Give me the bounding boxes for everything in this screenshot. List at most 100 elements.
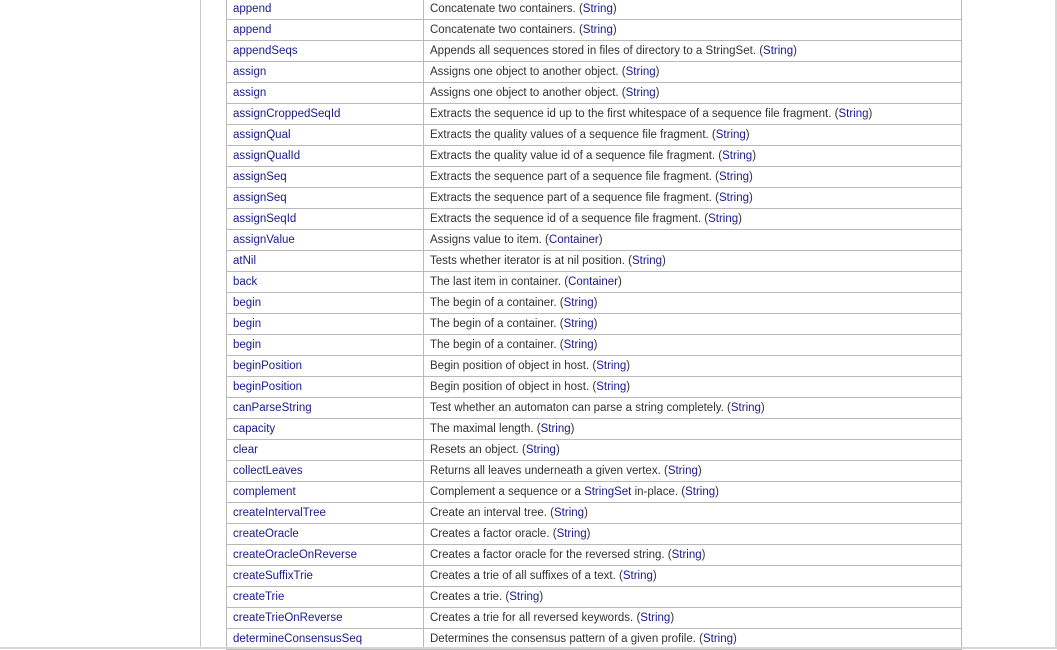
function-name-link[interactable]: atNil <box>233 255 256 267</box>
description-text: Extracts the sequence part of a sequence… <box>430 171 712 183</box>
function-name-link[interactable]: capacity <box>233 423 275 435</box>
description-text: Begin position of object in host. <box>430 360 590 372</box>
table-row: assign Assigns one object to another obje… <box>226 61 962 83</box>
table-row: begin The begin of a container. (String) <box>226 292 962 314</box>
function-name-link[interactable]: assign <box>233 66 266 78</box>
category-link[interactable]: String <box>554 507 584 519</box>
function-description-cell: Concatenate two containers. (String) <box>423 19 962 41</box>
function-name-link[interactable]: createOracle <box>233 528 299 540</box>
category-link[interactable]: String <box>640 612 670 624</box>
function-name-cell: back <box>226 271 424 293</box>
function-name-cell: append <box>226 0 424 20</box>
description-text: Assigns value to item. <box>430 234 542 246</box>
description-type-link[interactable]: StringSet <box>584 486 631 498</box>
category-link[interactable]: String <box>596 360 626 372</box>
category-link[interactable]: String <box>716 129 746 141</box>
function-name-link[interactable]: determineConsensusSeq <box>233 633 362 645</box>
table-row: atNil Tests whether iterator is at nil po… <box>226 250 962 272</box>
table-row: assignSeq Extracts the sequence part of a… <box>226 187 962 209</box>
category-link[interactable]: String <box>708 213 738 225</box>
category-link[interactable]: String <box>509 591 539 603</box>
function-name-cell: assignSeqId <box>226 208 424 230</box>
category-link[interactable]: String <box>583 3 613 15</box>
category-link[interactable]: Container <box>549 234 599 246</box>
category-link[interactable]: String <box>719 192 749 204</box>
function-name-link[interactable]: complement <box>233 486 296 498</box>
category-link[interactable]: String <box>623 570 653 582</box>
function-description-cell: Assigns value to item. (Container) <box>423 229 962 251</box>
category-link[interactable]: String <box>838 108 868 120</box>
category-link[interactable]: String <box>526 444 556 456</box>
function-name-link[interactable]: begin <box>233 339 261 351</box>
function-name-cell: canParseString <box>226 397 424 419</box>
category-link[interactable]: String <box>719 171 749 183</box>
function-name-link[interactable]: assignSeq <box>233 171 287 183</box>
function-description-cell: Extracts the sequence id up to the first… <box>423 103 962 125</box>
function-name-link[interactable]: begin <box>233 318 261 330</box>
function-name-link[interactable]: assignSeq <box>233 192 287 204</box>
category-link[interactable]: String <box>626 66 656 78</box>
table-row: capacity The maximal length. (String) <box>226 418 962 440</box>
function-description-cell: Extracts the sequence part of a sequence… <box>423 166 962 188</box>
function-name-link[interactable]: beginPosition <box>233 381 302 393</box>
description-text: Concatenate two containers. <box>430 3 576 15</box>
function-name-cell: appendSeqs <box>226 40 424 62</box>
category-link[interactable]: String <box>632 255 662 267</box>
category-link[interactable]: String <box>557 528 587 540</box>
category-link[interactable]: String <box>564 339 594 351</box>
function-description-cell: Tests whether iterator is at nil positio… <box>423 250 962 272</box>
category-link[interactable]: String <box>596 381 626 393</box>
category-link[interactable]: String <box>763 45 793 57</box>
function-name-link[interactable]: createIntervalTree <box>233 507 326 519</box>
category-link[interactable]: String <box>583 24 613 36</box>
function-name-link[interactable]: canParseString <box>233 402 312 414</box>
function-name-link[interactable]: createSuffixTrie <box>233 570 313 582</box>
function-name-link[interactable]: back <box>233 276 257 288</box>
description-text: Test whether an automaton can parse a st… <box>430 402 724 414</box>
category-link[interactable]: Container <box>568 276 618 288</box>
function-description-cell: Concatenate two containers. (String) <box>423 0 962 20</box>
function-description-cell: Creates a trie for all reversed keywords… <box>423 607 962 629</box>
category-link[interactable]: String <box>564 318 594 330</box>
function-name-link[interactable]: clear <box>233 444 258 456</box>
description-text: Assigns one object to another object. <box>430 66 619 78</box>
function-description-cell: Complement a sequence or a StringSet in-… <box>423 481 962 503</box>
function-name-link[interactable]: assignValue <box>233 234 295 246</box>
function-name-link[interactable]: append <box>233 3 271 15</box>
function-name-cell: assignSeq <box>226 166 424 188</box>
category-link[interactable]: String <box>672 549 702 561</box>
category-link[interactable]: String <box>541 423 571 435</box>
function-name-cell: beginPosition <box>226 355 424 377</box>
category-link[interactable]: String <box>626 87 656 99</box>
function-name-link[interactable]: append <box>233 24 271 36</box>
function-name-cell: assignValue <box>226 229 424 251</box>
table-row: begin The begin of a container. (String) <box>226 313 962 335</box>
category-link[interactable]: String <box>722 150 752 162</box>
category-link[interactable]: String <box>703 633 733 645</box>
function-name-link[interactable]: begin <box>233 297 261 309</box>
category-link[interactable]: String <box>668 465 698 477</box>
function-name-link[interactable]: beginPosition <box>233 360 302 372</box>
function-name-link[interactable]: assignQual <box>233 129 291 141</box>
function-name-cell: assign <box>226 82 424 104</box>
description-text: Concatenate two containers. <box>430 24 576 36</box>
category-link[interactable]: String <box>685 486 715 498</box>
function-index-table: append Concatenate two containers. (Strin… <box>226 0 962 650</box>
function-name-link[interactable]: assign <box>233 87 266 99</box>
description-text: Extracts the sequence id of a sequence f… <box>430 213 702 225</box>
function-name-link[interactable]: assignQualId <box>233 150 300 162</box>
category-link[interactable]: String <box>564 297 594 309</box>
description-text: The begin of a container. <box>430 297 557 309</box>
function-name-link[interactable]: collectLeaves <box>233 465 303 477</box>
main-content: append Concatenate two containers. (Strin… <box>201 0 1055 650</box>
function-name-cell: atNil <box>226 250 424 272</box>
function-name-link[interactable]: assignCroppedSeqId <box>233 108 340 120</box>
function-name-link[interactable]: createTrie <box>233 591 284 603</box>
category-link[interactable]: String <box>731 402 761 414</box>
function-name-link[interactable]: createTrieOnReverse <box>233 612 343 624</box>
function-name-link[interactable]: assignSeqId <box>233 213 296 225</box>
function-name-link[interactable]: createOracleOnReverse <box>233 549 357 561</box>
function-name-link[interactable]: appendSeqs <box>233 45 298 57</box>
table-row: assignCroppedSeqId Extracts the sequence … <box>226 103 962 125</box>
description-text: The last item in container. <box>430 276 562 288</box>
